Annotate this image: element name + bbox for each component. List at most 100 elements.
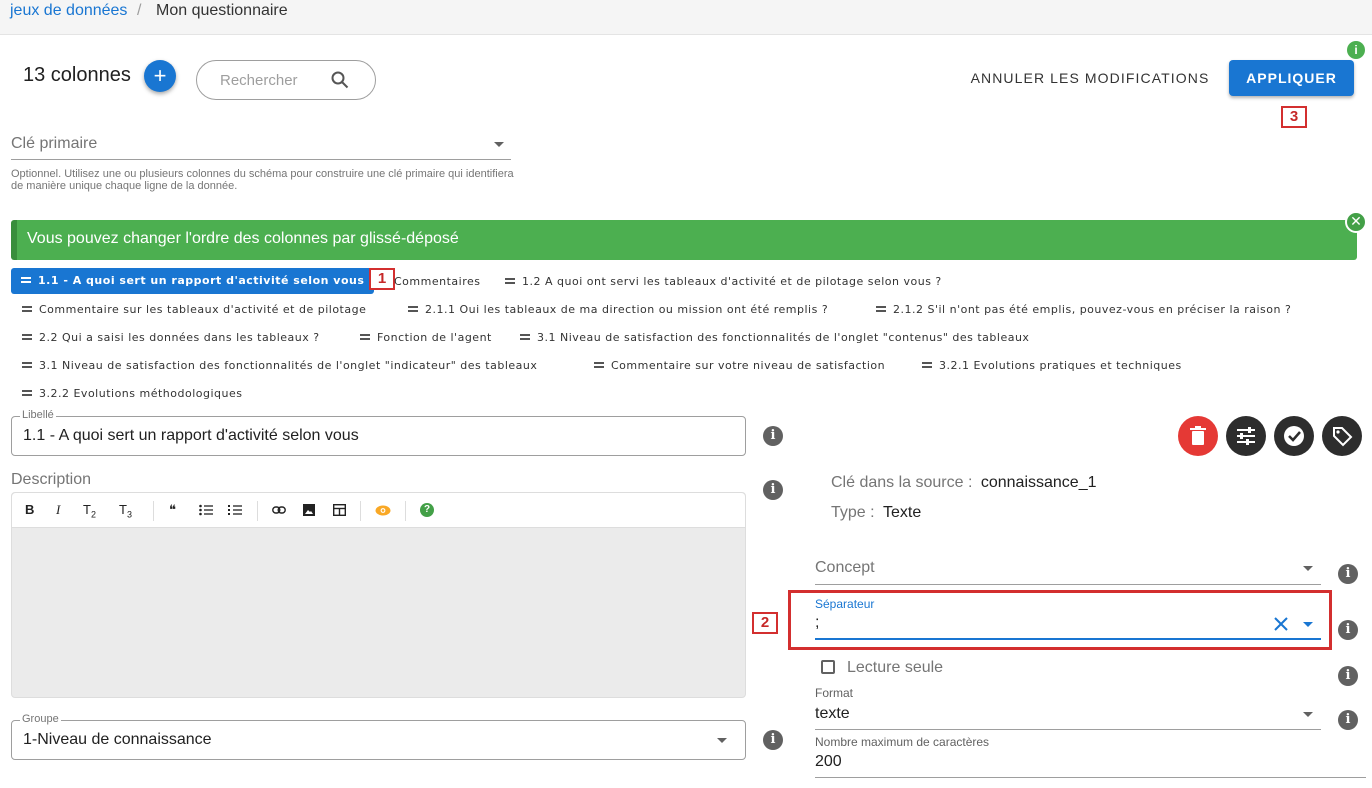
trash-icon: [1190, 426, 1206, 445]
drag-handle-icon[interactable]: [22, 334, 32, 340]
drag-handle-icon[interactable]: [360, 334, 370, 340]
max-chars-label: Nombre maximum de caractères: [815, 735, 990, 749]
close-icon[interactable]: ✕: [1345, 211, 1367, 233]
bullet-list-icon[interactable]: [199, 504, 213, 516]
read-only-checkbox[interactable]: [821, 660, 835, 674]
numbered-list-icon[interactable]: [228, 504, 242, 516]
chevron-down-icon[interactable]: [717, 738, 727, 743]
primary-key-underline: [11, 159, 511, 160]
toolbar-divider: [257, 501, 258, 521]
max-chars-input[interactable]: 200: [815, 753, 842, 771]
max-chars-underline: [815, 777, 1366, 778]
verified-icon: [1284, 426, 1304, 446]
alert-text: Vous pouvez changer l'ordre des colonnes…: [27, 230, 459, 247]
apply-button[interactable]: APPLIQUER: [1229, 60, 1354, 96]
drag-handle-icon[interactable]: [505, 278, 515, 284]
description-editor[interactable]: B I T2 T3 ❝ ?: [11, 492, 746, 698]
column-chip-label: 2.2 Qui a saisi les données dans les tab…: [39, 331, 320, 344]
heading-3-label: T: [119, 502, 127, 517]
column-chip[interactable]: 3.2.2 Evolutions méthodologiques: [22, 387, 243, 401]
link-icon[interactable]: [272, 505, 286, 515]
separateur-input[interactable]: ;: [815, 614, 819, 632]
quote-icon[interactable]: ❝: [169, 502, 176, 518]
breadcrumb: jeux de données / Mon questionnaire: [0, 0, 1372, 35]
column-chip[interactable]: Fonction de l'agent: [360, 331, 492, 345]
column-chip-label: 3.1 Niveau de satisfaction des fonctionn…: [39, 359, 538, 372]
concept-select[interactable]: Concept: [815, 559, 875, 577]
annotation-marker-2: 2: [752, 612, 778, 634]
help-icon[interactable]: ?: [420, 503, 434, 517]
column-chip-label: Commentaire sur votre niveau de satisfac…: [611, 359, 886, 372]
drag-handle-icon[interactable]: [594, 362, 604, 368]
delete-button[interactable]: [1178, 416, 1218, 456]
column-chip[interactable]: Commentaires: [394, 275, 480, 289]
source-key-value: connaissance_1: [980, 474, 1097, 491]
italic-button[interactable]: I: [56, 502, 60, 518]
add-column-button[interactable]: +: [144, 60, 176, 92]
libelle-label: Libellé: [20, 409, 56, 421]
format-select[interactable]: texte: [815, 705, 850, 723]
cancel-changes-button[interactable]: ANNULER LES MODIFICATIONS: [962, 66, 1218, 90]
info-icon[interactable]: i: [1347, 41, 1365, 59]
drag-handle-icon[interactable]: [22, 390, 32, 396]
validate-button[interactable]: [1274, 416, 1314, 456]
chevron-down-icon[interactable]: [1303, 622, 1313, 627]
groupe-label: Groupe: [20, 713, 61, 725]
drag-handle-icon[interactable]: [22, 362, 32, 368]
info-icon[interactable]: i: [763, 480, 783, 500]
column-chip[interactable]: 3.1 Niveau de satisfaction des fonctionn…: [22, 359, 537, 373]
column-chip[interactable]: Commentaire sur votre niveau de satisfac…: [594, 359, 885, 373]
table-icon[interactable]: [333, 504, 346, 516]
search-field[interactable]: Rechercher: [196, 60, 376, 100]
clear-icon[interactable]: [1273, 616, 1289, 632]
column-chip[interactable]: 1.1 - A quoi sert un rapport d'activité …: [11, 268, 375, 294]
drag-handle-icon[interactable]: [876, 306, 886, 312]
column-chip[interactable]: 3.1 Niveau de satisfaction des fonctionn…: [520, 331, 1029, 345]
chevron-down-icon[interactable]: [1303, 712, 1313, 717]
info-icon[interactable]: i: [763, 426, 783, 446]
primary-key-select[interactable]: Clé primaire: [11, 135, 97, 153]
editor-toolbar: B I T2 T3 ❝ ?: [12, 493, 745, 528]
drag-drop-alert: Vous pouvez changer l'ordre des colonnes…: [11, 220, 1357, 260]
bold-button[interactable]: B: [25, 502, 34, 517]
heading-2-button[interactable]: T2: [83, 502, 96, 520]
column-chip[interactable]: 3.2.1 Evolutions pratiques et techniques: [922, 359, 1182, 373]
drag-handle-icon[interactable]: [21, 277, 31, 283]
annotation-marker-1: 1: [369, 268, 395, 290]
info-icon[interactable]: i: [763, 730, 783, 750]
drag-handle-icon[interactable]: [922, 362, 932, 368]
drag-handle-icon[interactable]: [520, 334, 530, 340]
column-chip[interactable]: 2.2 Qui a saisi les données dans les tab…: [22, 331, 320, 345]
breadcrumb-current: Mon questionnaire: [156, 2, 288, 19]
libelle-input[interactable]: 1.1 - A quoi sert un rapport d'activité …: [23, 427, 359, 445]
breadcrumb-separator: /: [137, 2, 142, 19]
chevron-down-icon[interactable]: [494, 142, 504, 147]
source-key-label: Clé dans la source :: [831, 474, 973, 491]
chevron-down-icon[interactable]: [1303, 566, 1313, 571]
heading-2-label: T: [83, 502, 91, 517]
drag-handle-icon[interactable]: [408, 306, 418, 312]
heading-3-button[interactable]: T3: [119, 502, 132, 520]
heading-3-sub: 3: [126, 509, 132, 520]
column-chip[interactable]: 1.2 A quoi ont servi les tableaux d'acti…: [505, 275, 942, 289]
breadcrumb-link-datasets[interactable]: jeux de données: [10, 2, 127, 20]
groupe-select[interactable]: 1-Niveau de connaissance: [23, 731, 212, 749]
column-chip[interactable]: 2.1.2 S'il n'ont pas été emplis, pouvez-…: [876, 303, 1291, 317]
image-icon[interactable]: [303, 504, 315, 516]
column-chip[interactable]: Commentaire sur les tableaux d'activité …: [22, 303, 366, 317]
description-label: Description: [11, 471, 92, 488]
settings-button[interactable]: [1226, 416, 1266, 456]
column-chip-label: 3.1 Niveau de satisfaction des fonctionn…: [537, 331, 1030, 344]
column-chip[interactable]: 2.1.1 Oui les tableaux de ma direction o…: [408, 303, 828, 317]
tag-button[interactable]: [1322, 416, 1362, 456]
toolbar-divider: [405, 501, 406, 521]
info-icon[interactable]: i: [1338, 666, 1358, 686]
column-chip-label: 3.2.1 Evolutions pratiques et techniques: [939, 359, 1182, 372]
info-icon[interactable]: i: [1338, 564, 1358, 584]
drag-handle-icon[interactable]: [22, 306, 32, 312]
info-icon[interactable]: i: [1338, 620, 1358, 640]
search-input[interactable]: Rechercher: [220, 72, 298, 89]
type-value: Texte: [883, 504, 922, 521]
info-icon[interactable]: i: [1338, 710, 1358, 730]
preview-eye-icon[interactable]: [375, 505, 391, 516]
